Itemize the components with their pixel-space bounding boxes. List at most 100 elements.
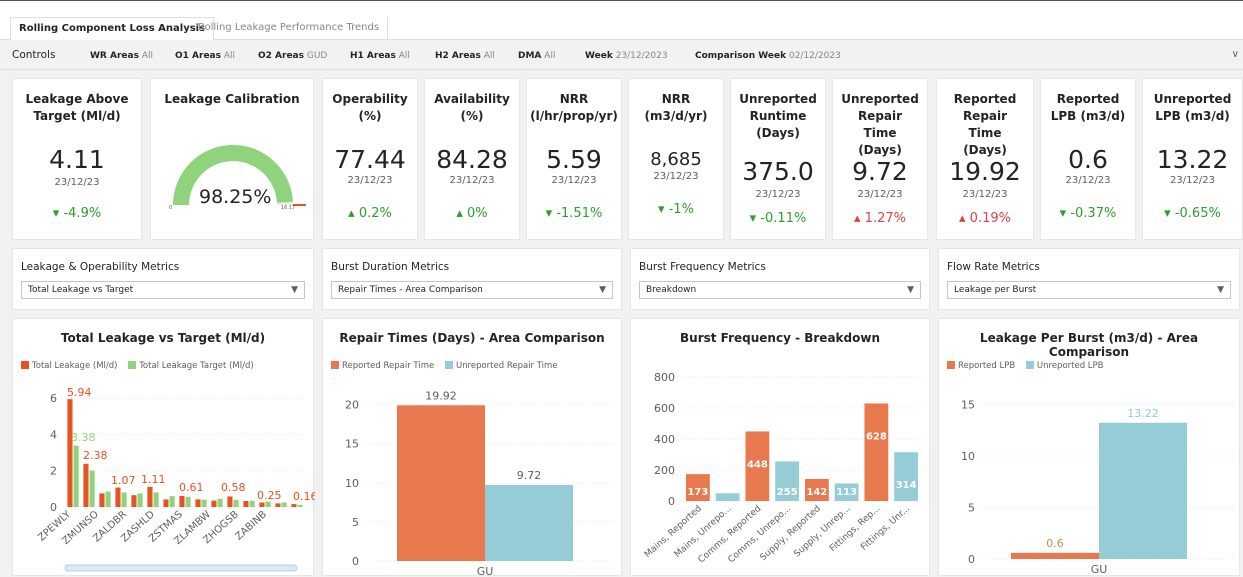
filter-week[interactable]: Week 23/12/2023 [585, 51, 668, 61]
kpi-date: 23/12/23 [653, 171, 699, 182]
chart-plot: 0200400600800173Mains, ReportedMains, Un… [643, 371, 921, 565]
kpi-title: Leakage Calibration [164, 92, 300, 106]
bar-leakage-target [105, 491, 111, 507]
kpi-title: Unreported Runtime (Days) [739, 92, 817, 140]
kpi-leakage-calibration: Leakage Calibration 98.25% 0 16.17 [150, 78, 314, 240]
kpi-change: ▾ -4.9% [52, 206, 102, 221]
bar-unreported-lpb [1099, 422, 1187, 559]
filter-o1-areas[interactable]: O1 Areas All [175, 51, 235, 61]
x-tick-label: GU [477, 565, 494, 577]
filter-h1-areas[interactable]: H1 Areas All [350, 51, 410, 61]
y-tick-label: 400 [654, 433, 675, 446]
y-tick-label: 200 [654, 464, 675, 477]
kpi-date: 23/12/23 [1065, 175, 1111, 186]
kpi-change: ▾ -0.11% [749, 211, 807, 226]
bar-leakage-target [137, 493, 143, 507]
kpi-value: 8,685 [650, 149, 702, 170]
kpi-date: 23/12/23 [551, 175, 597, 186]
metric-dropdown[interactable]: Total Leakage vs Target ▼ [21, 281, 305, 299]
kpi-change: ▾ -1% [658, 202, 694, 217]
metric-dropdown[interactable]: Repair Times - Area Comparison ▼ [331, 281, 613, 299]
bar-burst [894, 452, 919, 501]
kpi-date: 23/12/23 [755, 189, 801, 200]
data-label: 2.38 [83, 449, 108, 462]
filter-dma[interactable]: DMA All [518, 51, 555, 61]
data-label: 5.94 [67, 386, 92, 399]
bar-reported [397, 405, 485, 561]
bar-total-leakage [227, 496, 233, 507]
filter-h2-areas[interactable]: H2 Areas All [435, 51, 495, 61]
controls-bar: Controls WR Areas All O1 Areas All O2 Ar… [0, 40, 1243, 70]
bar-total-leakage [275, 503, 281, 507]
bar-leakage-target [249, 500, 255, 507]
tab-rolling-leakage-trends[interactable]: Rolling Leakage Performance Trends [190, 17, 389, 41]
kpi-change: ▾ -0.37% [1059, 206, 1117, 221]
bar-total-leakage [195, 499, 201, 507]
kpi-title: Unreported Repair Time (Days) [841, 92, 919, 157]
controls-title: Controls [12, 49, 56, 61]
bar-total-leakage [211, 500, 217, 507]
kpi-change: ▴ 1.27% [854, 211, 906, 226]
data-label: 0.61 [179, 481, 204, 494]
data-label: 1.11 [141, 473, 166, 486]
x-tick-label: GU [1091, 563, 1108, 576]
data-label: 9.72 [517, 469, 542, 482]
scroll-slider [64, 564, 298, 572]
y-tick-label: 5 [352, 516, 359, 529]
kpi-unreported-runtime: Unreported Runtime (Days) 375.0 23/12/23… [730, 78, 826, 240]
kpi-unreported-lpb: Unreported LPB (m3/d) 13.22 23/12/23 ▾ -… [1142, 78, 1243, 240]
bar-leakage-target [121, 492, 127, 507]
up-arrow-icon: ▴ [854, 211, 861, 226]
kpi-title: Reported LPB (m3/d) [1050, 92, 1126, 123]
down-arrow-icon: ▾ [658, 202, 665, 217]
chart-plot: 0 2 4 6 5.94 3.38 2.381.07 1.11 0.61 0.58 0.25 0.16… [36, 386, 315, 572]
down-arrow-icon: ▾ [545, 206, 553, 221]
tab-rolling-component-loss[interactable]: Rolling Component Loss Analysis [10, 17, 215, 41]
bar-leakage-target [89, 470, 95, 507]
chart-repair-times: Repair Times (Days) - Area Comparison Re… [322, 318, 622, 577]
data-label: 142 [806, 487, 827, 498]
bar-total-leakage [179, 495, 185, 507]
metric-dropdown[interactable]: Leakage per Burst ▼ [947, 281, 1231, 299]
kpi-value: 84.28 [436, 145, 508, 174]
bar-leakage-target [73, 445, 79, 507]
filter-comparison-week[interactable]: Comparison Week 02/12/2023 [695, 51, 841, 61]
bar-leakage-target [153, 492, 159, 507]
metric-dropdown[interactable]: Breakdown ▼ [639, 281, 921, 299]
kpi-title: NRR (l/hr/prop/yr) [530, 92, 618, 123]
kpi-reported-repair-time: Reported Repair Time (Days) 19.92 23/12/… [936, 78, 1034, 240]
selector-burst-frequency: Burst Frequency Metrics Breakdown ▼ [630, 248, 930, 310]
selector-label: Burst Frequency Metrics [639, 261, 766, 273]
bar-total-leakage [163, 499, 169, 507]
kpi-title: Availability (%) [434, 92, 510, 123]
kpi-change: ▴ 0% [456, 206, 488, 221]
y-tick-label: 15 [961, 398, 975, 411]
bar-leakage-target [185, 497, 191, 507]
data-label: 19.92 [425, 389, 457, 402]
kpi-title: NRR (m3/d/yr) [644, 92, 708, 123]
bar-total-leakage [147, 486, 153, 507]
kpi-date: 23/12/23 [857, 189, 903, 200]
expand-controls-icon[interactable]: ∨ [1232, 49, 1239, 60]
kpi-operability: Operability (%) 77.44 23/12/23 ▴ 0.2% [322, 78, 418, 240]
y-tick-label: 10 [345, 477, 359, 490]
data-label: 628 [866, 431, 887, 442]
kpi-nrr-m3d: NRR (m3/d/yr) 8,685 23/12/23 ▾ -1% [628, 78, 724, 240]
filter-wr-areas[interactable]: WR Areas All [90, 51, 153, 61]
kpi-value: 13.22 [1156, 145, 1229, 174]
y-tick-label: 5 [968, 501, 975, 514]
gauge-value: 98.25% [199, 186, 272, 208]
data-label: 1.07 [111, 474, 136, 487]
y-tick-label: 6 [50, 392, 57, 405]
bar-total-leakage [83, 463, 89, 507]
dropdown-arrow-icon: ▼ [291, 285, 298, 295]
chart-burst-frequency: Burst Frequency - Breakdown 0 200 400 600 80… [630, 318, 930, 576]
kpi-value: 9.72 [852, 157, 908, 186]
chart-plot: 0 5 10 15 0.6 13.22 GU [961, 398, 1233, 576]
up-arrow-icon: ▴ [456, 206, 463, 221]
kpi-date: 23/12/23 [962, 189, 1008, 200]
bar-total-leakage [67, 399, 73, 507]
filter-o2-areas[interactable]: O2 Areas GUD [258, 51, 327, 61]
down-arrow-icon: ▾ [1059, 206, 1067, 221]
x-tick-label: ZABINB [234, 509, 270, 543]
